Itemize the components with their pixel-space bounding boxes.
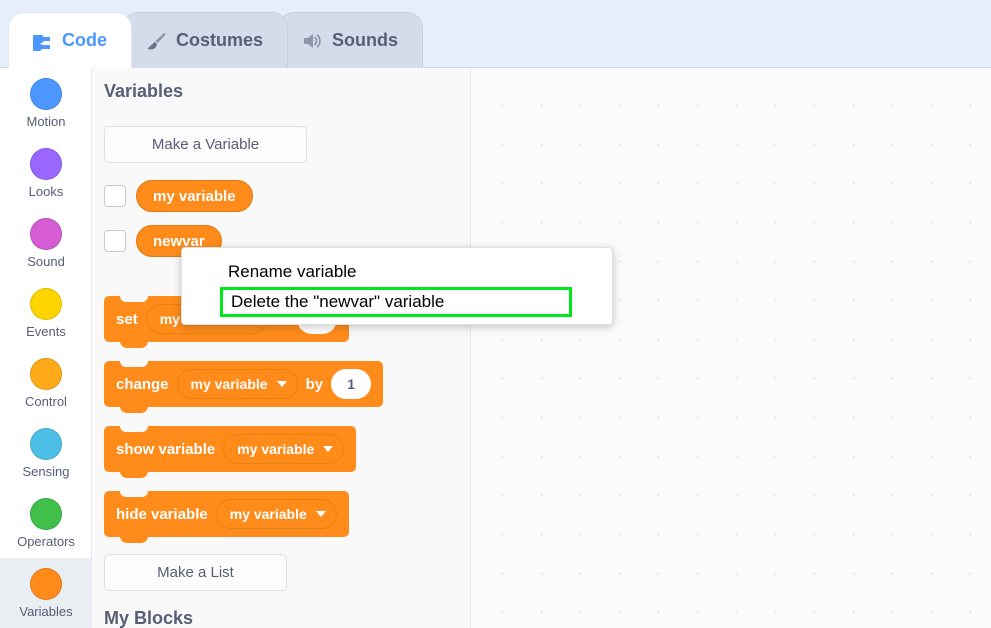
- category-color-dot: [30, 497, 62, 530]
- scratch-editor: Code Costumes Sounds Motion Looks Sound …: [0, 0, 991, 628]
- variable-checkbox[interactable]: [104, 185, 126, 207]
- editor-body: Motion Looks Sound Events Control Sensin…: [0, 68, 991, 628]
- variable-context-menu: Rename variable Delete the "newvar" vari…: [181, 247, 613, 325]
- category-label: Motion: [26, 113, 66, 129]
- tab-list: Code Costumes Sounds: [8, 12, 424, 68]
- category-color-dot: [30, 147, 62, 180]
- chevron-down-icon: [276, 381, 287, 387]
- speaker-icon: [301, 30, 323, 52]
- tab-bar: Code Costumes Sounds: [0, 0, 991, 68]
- category-color-dot: [30, 357, 62, 390]
- tab-label: Code: [62, 30, 107, 50]
- block-show-variable[interactable]: show variable my variable: [104, 426, 357, 478]
- chevron-down-icon: [323, 446, 334, 452]
- block-change-variable[interactable]: change my variable by 1: [104, 361, 384, 413]
- chevron-down-icon: [315, 511, 326, 517]
- palette-heading-my-blocks: My Blocks: [104, 608, 194, 628]
- dropdown-value: my variable: [229, 506, 307, 522]
- category-label: Sound: [27, 253, 65, 269]
- palette-heading-variables: Variables: [104, 81, 184, 101]
- category-color-dot: [30, 217, 62, 250]
- tab-label: Costumes: [176, 30, 264, 50]
- dropdown-value: my variable: [237, 441, 315, 457]
- category-label: Operators: [17, 533, 75, 549]
- block-label: set: [116, 310, 138, 328]
- block-palette[interactable]: Variables Make a Variable my variable ne…: [92, 68, 471, 628]
- block-label: change: [116, 375, 169, 393]
- block-label: hide variable: [116, 505, 208, 523]
- context-menu-item-delete-variable[interactable]: Delete the "newvar" variable: [220, 287, 572, 317]
- category-control[interactable]: Control: [0, 348, 91, 418]
- category-looks[interactable]: Looks: [0, 138, 91, 208]
- variable-checkbox[interactable]: [104, 230, 126, 252]
- category-rail: Motion Looks Sound Events Control Sensin…: [0, 68, 92, 628]
- category-label: Control: [25, 393, 67, 409]
- variable-dropdown[interactable]: my variable: [223, 434, 345, 464]
- category-motion[interactable]: Motion: [0, 68, 91, 138]
- category-events[interactable]: Events: [0, 278, 91, 348]
- category-color-dot: [30, 77, 62, 110]
- make-a-list-button[interactable]: Make a List: [104, 554, 287, 591]
- category-label: Sensing: [22, 463, 70, 479]
- block-label: show variable: [116, 440, 216, 458]
- tab-costumes[interactable]: Costumes: [122, 12, 289, 68]
- code-blocks-icon: [31, 30, 53, 52]
- context-menu-item-rename-variable[interactable]: Rename variable: [182, 256, 612, 287]
- tab-label: Sounds: [332, 30, 399, 50]
- code-workspace-canvas[interactable]: [471, 68, 991, 628]
- category-label: Events: [26, 323, 66, 339]
- block-label-by: by: [305, 375, 324, 393]
- paintbrush-icon: [145, 30, 167, 52]
- category-variables[interactable]: Variables: [0, 558, 91, 628]
- variable-dropdown[interactable]: my variable: [176, 369, 298, 399]
- category-sensing[interactable]: Sensing: [0, 418, 91, 488]
- category-label: Looks: [28, 183, 64, 199]
- variable-row-my-variable: my variable: [104, 180, 253, 212]
- category-sound[interactable]: Sound: [0, 208, 91, 278]
- dropdown-value: my variable: [190, 376, 268, 392]
- tab-sounds[interactable]: Sounds: [278, 12, 424, 68]
- block-hide-variable[interactable]: hide variable my variable: [104, 491, 349, 543]
- tab-code[interactable]: Code: [8, 12, 132, 68]
- category-color-dot: [30, 287, 62, 320]
- category-operators[interactable]: Operators: [0, 488, 91, 558]
- value-input[interactable]: 1: [331, 369, 372, 399]
- category-color-dot: [30, 567, 62, 600]
- variable-dropdown[interactable]: my variable: [215, 499, 337, 529]
- category-label: Variables: [19, 603, 73, 619]
- variable-reporter-block[interactable]: my variable: [136, 180, 253, 212]
- make-a-variable-button[interactable]: Make a Variable: [104, 126, 307, 163]
- category-color-dot: [30, 427, 62, 460]
